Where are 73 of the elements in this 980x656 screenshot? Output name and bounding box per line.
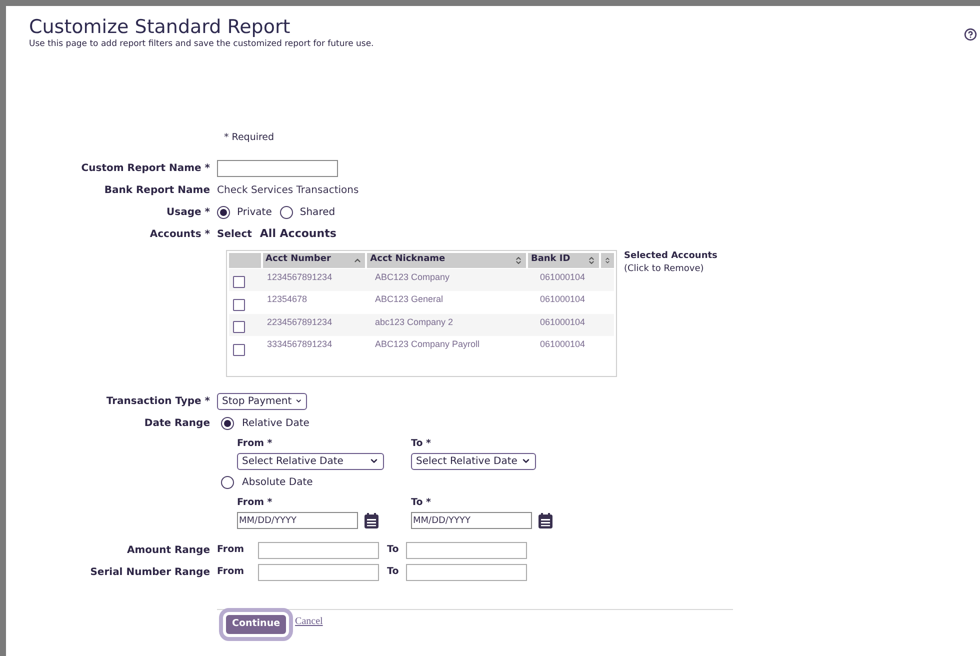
table-cell: ABC123 General [375,294,444,304]
table-cell: 061000104 [540,316,586,326]
table-row[interactable]: 2234567891234 abc123 Company 2 061000104 [229,314,614,336]
table-cell: ABC123 Company Payroll [375,339,480,349]
table-cell: 061000104 [540,272,586,282]
radio-label: Shared [300,206,336,220]
to-label: To * [411,436,432,450]
select-label: Select [217,228,252,242]
checkbox[interactable] [233,344,245,356]
field-label: Serial Number Range [89,566,211,580]
from-label: From * [237,496,274,510]
radio-label: Relative Date [242,416,310,430]
date-field[interactable]: MM/DD/YYYY [411,512,532,529]
from-label: From [217,565,245,580]
all-accounts-link[interactable]: All Accounts [260,226,336,242]
to-label: To [386,565,400,580]
help-icon[interactable] [964,28,977,41]
column-header[interactable]: Bank ID [528,252,600,268]
table-cell: 1234567891234 [267,272,332,282]
from-label: From * [237,436,274,450]
sort-icon[interactable] [587,256,596,264]
field-label: Date Range [143,416,211,430]
bank-report-name: Check Services Transactions [217,184,359,198]
radio-button[interactable] [280,206,293,219]
selected-accounts-hint: (Click to Remove) [624,263,705,276]
sort-icon[interactable] [604,256,612,264]
field-label: Accounts * [148,228,211,242]
table-cell: 12354678 [267,294,308,304]
radio-label: Private [237,206,272,220]
required-note: * Required [224,132,274,143]
table-cell: 061000104 [540,339,586,349]
column-header [229,252,261,268]
date-field[interactable]: MM/DD/YYYY [237,512,358,529]
sort-icon[interactable] [514,256,523,264]
field-label: Transaction Type * [105,394,211,408]
table-row[interactable]: 1234567891234 ABC123 Company 061000104 [229,268,614,291]
column-header[interactable]: Acct Nickname [367,252,526,268]
report-name-field[interactable] [217,160,338,177]
range-field[interactable] [258,564,379,581]
range-field[interactable] [406,564,527,581]
to-label: To * [411,496,432,510]
table-cell: 3334567891234 [267,339,332,349]
table-cell: 061000104 [540,294,586,304]
cancel-link[interactable]: Cancel [295,614,323,629]
from-label: From [217,543,245,558]
range-field[interactable] [258,542,379,559]
calendar-icon[interactable] [364,512,379,528]
selected-accounts-title: Selected Accounts [624,250,718,262]
column-header[interactable]: Acct Number [262,252,366,268]
dropdown[interactable]: Select Relative Date [411,452,536,470]
continue-button[interactable]: Continue [226,615,286,634]
column-header[interactable] [601,252,614,268]
radio-label: Absolute Date [242,476,313,490]
calendar-icon[interactable] [538,512,553,528]
to-label: To [386,543,400,558]
table-cell: ABC123 Company [375,272,450,282]
radio-button[interactable] [221,476,234,489]
checkbox[interactable] [233,298,245,310]
field-label: Usage * [166,206,211,220]
checkbox[interactable] [233,276,245,288]
radio-button[interactable] [221,416,234,430]
checkbox[interactable] [233,321,245,333]
field-label: Custom Report Name * [80,162,211,176]
range-field[interactable] [406,542,527,559]
page-description: Use this page to add report filters and save the customized report for future use. [29,38,375,51]
field-label: Bank Report Name [103,184,211,198]
field-label: Amount Range [126,544,211,558]
table-cell: 2234567891234 [267,316,332,326]
dropdown[interactable]: Stop Payment [217,392,307,410]
radio-button[interactable] [217,206,230,219]
page-title: Customize Standard Report [29,16,290,38]
table-cell: abc123 Company 2 [375,316,454,326]
dropdown[interactable]: Select Relative Date [237,452,384,470]
